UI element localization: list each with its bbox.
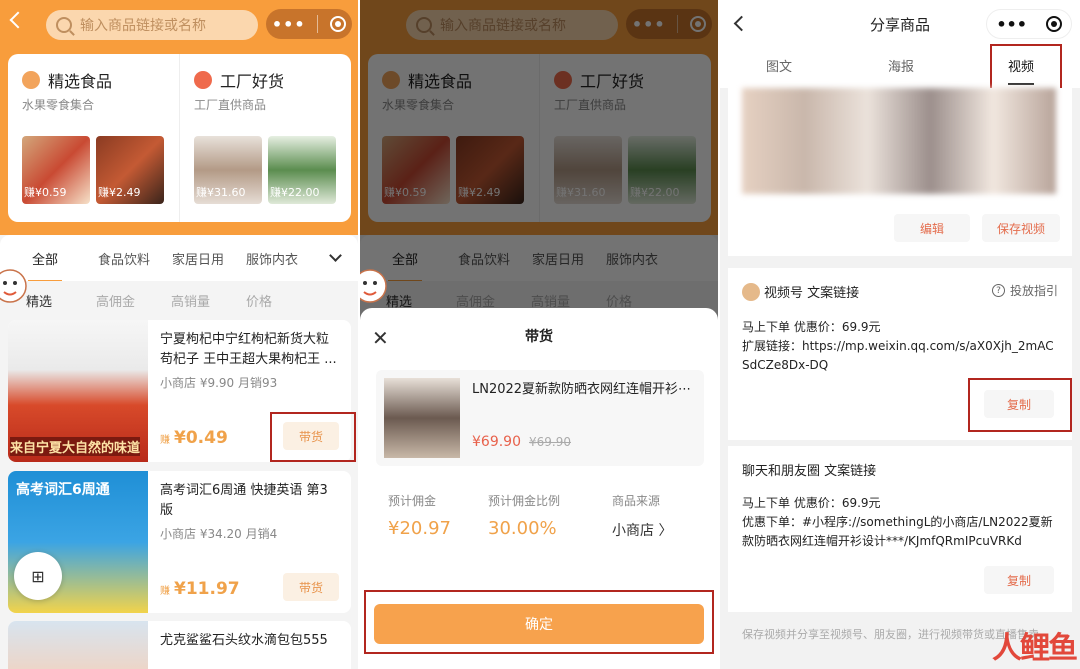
video-card: 编辑 保存视频 bbox=[728, 88, 1072, 256]
promote-button[interactable]: 带货 bbox=[283, 573, 339, 601]
highlight-box bbox=[270, 412, 356, 462]
category-factory-subtitle: 工厂直供商品 bbox=[194, 98, 267, 112]
product-meta: 小商店 ¥34.20 月销4 bbox=[160, 527, 278, 541]
edit-button[interactable]: 编辑 bbox=[894, 214, 970, 242]
thumb-earn: 赚¥22.00 bbox=[270, 186, 320, 199]
product-thumb[interactable]: 赚¥0.59 bbox=[22, 136, 90, 204]
close-miniprogram-icon[interactable] bbox=[330, 16, 347, 32]
save-video-button[interactable]: 保存视频 bbox=[982, 214, 1060, 242]
earn-prefix: 赚 bbox=[160, 586, 170, 597]
category-factory-title: 工厂好货 bbox=[194, 68, 284, 92]
card-title: 聊天和朋友圈 文案链接 bbox=[742, 464, 877, 479]
category-card: 精选食品 水果零食集合 赚¥0.59 赚¥2.49 工厂好货 工厂直供商品 赚¥… bbox=[8, 54, 351, 222]
card-title: 视频号 文案链接 bbox=[764, 286, 860, 301]
mascot-icon bbox=[360, 269, 387, 303]
product-image-caption: 高考词汇6周通 bbox=[16, 482, 110, 498]
category-food-label: 精选食品 bbox=[48, 72, 113, 91]
chat-copy-card: 聊天和朋友圈 文案链接 马上下单 优惠价：69.9元 优惠下单：#小程序://s… bbox=[728, 446, 1072, 612]
mascot-icon bbox=[0, 269, 27, 303]
promote-sheet-panel: 输入商品链接或名称 ••• 精选食品 水果零食集合 赚¥0.59 赚¥2.49 … bbox=[360, 0, 718, 669]
mini-program-capsule[interactable]: ••• bbox=[266, 9, 352, 39]
grid-add-icon: ⊞ bbox=[31, 566, 45, 586]
product-thumb[interactable]: 赚¥31.60 bbox=[194, 136, 262, 204]
product-meta: 小商店 ¥9.90 月销93 bbox=[160, 376, 278, 390]
product-image bbox=[8, 621, 148, 669]
category-factory-label: 工厂好货 bbox=[220, 72, 285, 91]
video-preview[interactable] bbox=[742, 88, 1056, 194]
product-image bbox=[384, 378, 460, 458]
product-price: ¥69.90 ¥69.90 bbox=[472, 434, 571, 450]
sort-tabs: 精选 高佣金 高销量 价格 bbox=[0, 281, 358, 319]
sheet-title: 带货 bbox=[525, 329, 553, 345]
thumb-earn: 赚¥0.59 bbox=[24, 186, 67, 199]
tab-clothes[interactable]: 服饰内衣 bbox=[246, 249, 298, 268]
product-name: 高考词汇6周通 快捷英语 第3版 bbox=[160, 483, 328, 518]
search-placeholder: 输入商品链接或名称 bbox=[80, 18, 206, 34]
tab-poster[interactable]: 海报 bbox=[888, 56, 914, 75]
close-miniprogram-icon[interactable] bbox=[1045, 16, 1062, 32]
highlight-box bbox=[364, 590, 714, 654]
product-image-caption: 来自宁夏大自然的味道 bbox=[10, 437, 141, 456]
product-name: 尤克鲨鲨石头纹水滴包包555 bbox=[160, 633, 328, 648]
copy-button[interactable]: 复制 bbox=[984, 566, 1054, 594]
product-summary: LN2022夏新款防晒衣网红连帽开衫⋯ ¥69.90 ¥69.90 bbox=[376, 370, 704, 466]
channels-copy-heading: 视频号 文案链接 bbox=[742, 282, 859, 301]
search-icon bbox=[56, 17, 72, 33]
copy-text: 马上下单 优惠价：69.9元 扩展链接：https://mp.weixin.qq… bbox=[742, 320, 1054, 372]
product-list-panel: 输入商品链接或名称 ••• 精选食品 水果零食集合 赚¥0.59 赚¥2.49 … bbox=[0, 0, 358, 669]
guide-link[interactable]: ? 投放指引 bbox=[991, 282, 1058, 299]
capsule-divider bbox=[317, 15, 319, 33]
search-input[interactable]: 输入商品链接或名称 bbox=[46, 10, 258, 40]
stat-commission: ¥20.97 bbox=[388, 518, 451, 539]
product-old-price: ¥69.90 bbox=[529, 435, 571, 449]
list-item[interactable]: 高考词汇6周通 高考词汇6周通 快捷英语 第3版 小商店 ¥34.20 月销4 … bbox=[8, 471, 351, 613]
copy-text: 马上下单 优惠价：69.9元 优惠下单：#小程序://somethingL的小商… bbox=[742, 496, 1053, 548]
stat-rate: 30.00% bbox=[488, 518, 557, 539]
earn-prefix: 赚 bbox=[160, 435, 170, 446]
tab-all[interactable]: 全部 bbox=[27, 249, 63, 282]
avatar bbox=[742, 282, 760, 301]
mini-program-capsule[interactable]: ••• bbox=[986, 9, 1072, 39]
stat-label: 预计佣金 bbox=[388, 494, 437, 508]
tab-image-text[interactable]: 图文 bbox=[766, 56, 792, 75]
product-thumb[interactable]: 赚¥22.00 bbox=[268, 136, 336, 204]
stat-source[interactable]: 小商店 〉 bbox=[612, 520, 672, 540]
tab-food[interactable]: 食品饮料 bbox=[98, 249, 150, 268]
category-food-title: 精选食品 bbox=[22, 68, 112, 92]
list-item[interactable]: 尤克鲨鲨石头纹水滴包包555 bbox=[8, 621, 351, 669]
sort-sales[interactable]: 高销量 bbox=[171, 291, 210, 310]
thumb-earn: 赚¥31.60 bbox=[196, 186, 246, 199]
watermark-logo: 人鲤鱼 bbox=[992, 631, 1078, 666]
earn-price: 赚 ¥11.97 bbox=[160, 579, 240, 599]
stat-label: 预计佣金比例 bbox=[488, 494, 561, 508]
earn-value: ¥11.97 bbox=[174, 579, 240, 599]
sort-price[interactable]: 价格 bbox=[246, 291, 272, 310]
earn-value: ¥0.49 bbox=[174, 428, 228, 448]
share-panel: 分享商品 ••• 图文 海报 视频 编辑 保存视频 视频号 文案链接 ? 投放指引… bbox=[720, 0, 1080, 669]
product-image: 来自宁夏大自然的味道 bbox=[8, 320, 148, 462]
more-icon[interactable]: ••• bbox=[272, 15, 306, 34]
sort-featured[interactable]: 精选 bbox=[26, 291, 52, 310]
highlight-box bbox=[968, 378, 1072, 432]
tab-home[interactable]: 家居日用 bbox=[172, 249, 224, 268]
product-name: 宁夏枸杞中宁红枸杞新货大粒苟杞子 王中王超大果枸杞王 ... bbox=[160, 332, 337, 367]
product-price-value: ¥69.90 bbox=[472, 434, 521, 450]
add-float-button[interactable]: ⊞ bbox=[14, 552, 62, 600]
stat-label: 商品来源 bbox=[612, 494, 661, 508]
category-food[interactable]: 精选食品 水果零食集合 赚¥0.59 赚¥2.49 bbox=[8, 54, 179, 222]
product-name: LN2022夏新款防晒衣网红连帽开衫⋯ bbox=[472, 382, 692, 397]
sort-commission[interactable]: 高佣金 bbox=[96, 291, 135, 310]
product-thumb[interactable]: 赚¥2.49 bbox=[96, 136, 164, 204]
category-food-subtitle: 水果零食集合 bbox=[22, 98, 95, 112]
category-factory[interactable]: 工厂好货 工厂直供商品 赚¥31.60 赚¥22.00 bbox=[180, 54, 351, 222]
fruit-icon bbox=[22, 71, 40, 89]
more-icon[interactable]: ••• bbox=[996, 15, 1027, 34]
chevron-down-icon[interactable] bbox=[329, 249, 342, 262]
factory-icon bbox=[194, 71, 212, 89]
earn-price: 赚 ¥0.49 bbox=[160, 428, 228, 448]
category-tabs: 全部 食品饮料 家居日用 服饰内衣 bbox=[0, 235, 358, 282]
help-icon: ? bbox=[991, 284, 1005, 297]
guide-label: 投放指引 bbox=[1009, 284, 1058, 298]
thumb-earn: 赚¥2.49 bbox=[98, 186, 141, 199]
